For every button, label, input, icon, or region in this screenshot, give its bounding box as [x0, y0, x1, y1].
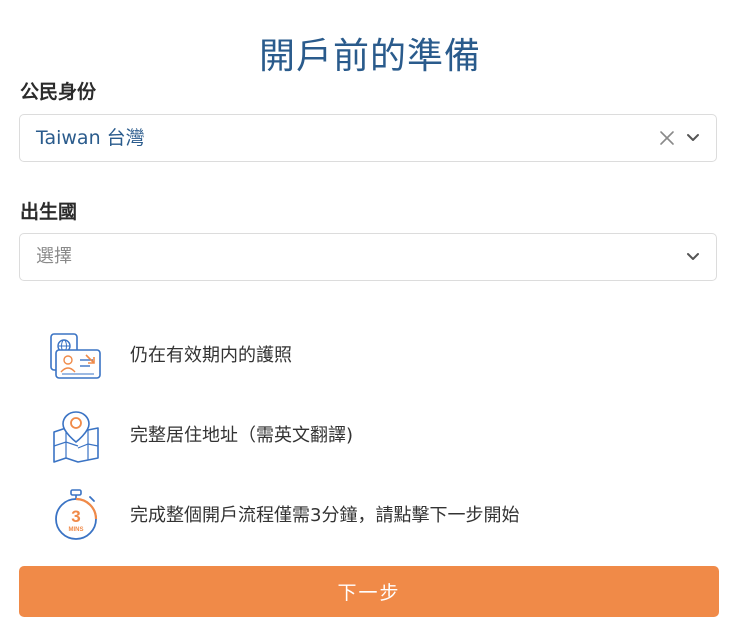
- requirement-address: 完整居住地址（需英文翻譯): [48, 408, 688, 464]
- requirement-time-text: 完成整個開戶流程僅需3分鐘，請點擊下一步開始: [130, 505, 520, 526]
- passport-icon: [50, 333, 101, 379]
- citizenship-selected-value: Taiwan 台灣: [36, 127, 145, 149]
- citizenship-label: 公民身份: [20, 81, 97, 103]
- map-pin-icon: [53, 411, 99, 463]
- requirement-passport: 仍在有效期内的護照: [48, 328, 688, 384]
- requirement-address-text: 完整居住地址（需英文翻譯): [130, 425, 354, 446]
- chevron-down-icon[interactable]: [686, 132, 700, 144]
- next-button[interactable]: 下一步: [19, 566, 719, 617]
- close-icon[interactable]: [658, 129, 676, 147]
- birth-country-placeholder: 選擇: [36, 246, 72, 267]
- stopwatch-icon: 3 MINS: [55, 489, 98, 540]
- page-title: 開戶前的準備: [258, 36, 481, 78]
- requirement-passport-text: 仍在有效期内的護照: [130, 345, 292, 366]
- citizenship-select[interactable]: Taiwan 台灣: [19, 114, 717, 162]
- chevron-down-icon[interactable]: [686, 251, 700, 263]
- birth-country-label: 出生國: [20, 201, 78, 223]
- stopwatch-number: 3: [71, 507, 80, 526]
- birth-country-select[interactable]: 選擇: [19, 233, 717, 281]
- requirement-time: 3 MINS 完成整個開戶流程僅需3分鐘，請點擊下一步開始: [48, 488, 688, 544]
- stopwatch-unit: MINS: [69, 527, 84, 533]
